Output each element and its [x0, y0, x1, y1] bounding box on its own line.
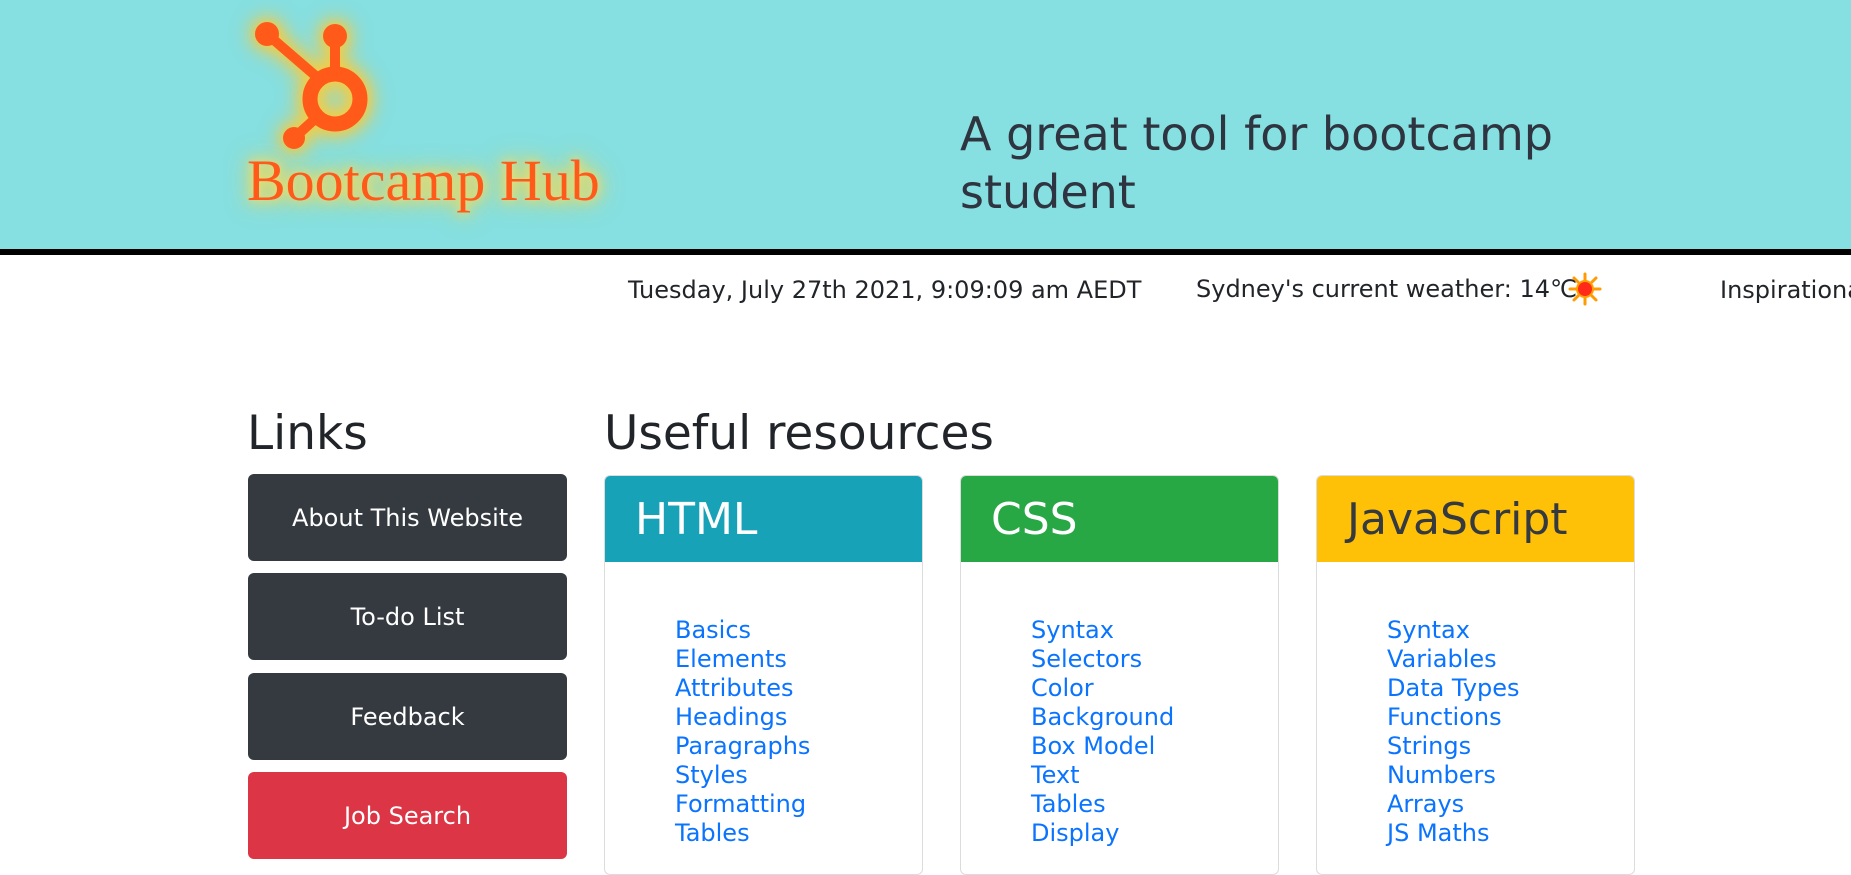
resource-link[interactable]: Syntax [1031, 616, 1114, 644]
resource-link[interactable]: Box Model [1031, 732, 1155, 760]
list-item: Paragraphs [675, 732, 810, 761]
list-item: Selectors [1031, 645, 1174, 674]
resource-link[interactable]: Syntax [1387, 616, 1470, 644]
resource-link[interactable]: Basics [675, 616, 751, 644]
list-item: Tables [1031, 790, 1174, 819]
resource-link[interactable]: Styles [675, 761, 748, 789]
list-item: Attributes [675, 674, 810, 703]
links-heading: Links [247, 406, 368, 461]
resource-list-css: Syntax Selectors Color Background Box Mo… [1031, 616, 1174, 848]
list-item: Text [1031, 761, 1174, 790]
list-item: Color [1031, 674, 1174, 703]
list-item: Elements [675, 645, 810, 674]
resources-heading: Useful resources [604, 406, 994, 461]
list-item: JS Maths [1387, 819, 1520, 848]
list-item: Data Types [1387, 674, 1520, 703]
resource-card-css: CSS Syntax Selectors Color Background Bo… [960, 475, 1279, 875]
resource-link[interactable]: Display [1031, 819, 1119, 847]
current-date-time: Tuesday, July 27th 2021, 9:09:09 am AEDT [628, 276, 1142, 304]
card-title-html: HTML [605, 476, 922, 562]
site-tagline: A great tool for bootcamp student [960, 107, 1553, 219]
inspirational-quote: Inspirational [1720, 276, 1851, 304]
resource-link[interactable]: Elements [675, 645, 787, 673]
sun-icon [1568, 272, 1602, 306]
resource-link[interactable]: Strings [1387, 732, 1471, 760]
todo-list-button[interactable]: To-do List [248, 573, 567, 660]
resource-link[interactable]: Background [1031, 703, 1174, 731]
list-item: Styles [675, 761, 810, 790]
resource-link[interactable]: Paragraphs [675, 732, 810, 760]
resource-list-javascript: Syntax Variables Data Types Functions St… [1387, 616, 1520, 848]
list-item: Box Model [1031, 732, 1174, 761]
resource-link[interactable]: JS Maths [1387, 819, 1489, 847]
resource-link[interactable]: Data Types [1387, 674, 1520, 702]
list-item: Arrays [1387, 790, 1520, 819]
list-item: Functions [1387, 703, 1520, 732]
info-bar: Tuesday, July 27th 2021, 9:09:09 am AEDT… [0, 261, 1851, 321]
list-item: Tables [675, 819, 810, 848]
list-item: Syntax [1387, 616, 1520, 645]
resource-list-html: Basics Elements Attributes Headings Para… [675, 616, 810, 848]
job-search-button[interactable]: Job Search [248, 772, 567, 859]
list-item: Numbers [1387, 761, 1520, 790]
resource-link[interactable]: Formatting [675, 790, 806, 818]
site-header: Bootcamp Hub A great tool for bootcamp s… [0, 0, 1851, 255]
resource-link[interactable]: Tables [1031, 790, 1106, 818]
card-title-javascript: JavaScript [1317, 476, 1634, 562]
about-website-button[interactable]: About This Website [248, 474, 567, 561]
resource-link[interactable]: Functions [1387, 703, 1502, 731]
resource-card-javascript: JavaScript Syntax Variables Data Types F… [1316, 475, 1635, 875]
list-item: Background [1031, 703, 1174, 732]
hubspot-sprocket-icon[interactable] [248, 14, 378, 154]
weather-readout: Sydney's current weather: 14℃ [1196, 275, 1577, 303]
resource-link[interactable]: Tables [675, 819, 750, 847]
resource-link[interactable]: Numbers [1387, 761, 1496, 789]
resource-card-html: HTML Basics Elements Attributes Headings… [604, 475, 923, 875]
card-title-css: CSS [961, 476, 1278, 562]
brand-name[interactable]: Bootcamp Hub [247, 152, 600, 210]
list-item: Formatting [675, 790, 810, 819]
resource-link[interactable]: Attributes [675, 674, 793, 702]
resource-link[interactable]: Selectors [1031, 645, 1142, 673]
list-item: Variables [1387, 645, 1520, 674]
resource-link[interactable]: Text [1031, 761, 1080, 789]
list-item: Basics [675, 616, 810, 645]
resource-link[interactable]: Color [1031, 674, 1094, 702]
list-item: Headings [675, 703, 810, 732]
list-item: Syntax [1031, 616, 1174, 645]
feedback-button[interactable]: Feedback [248, 673, 567, 760]
resource-link[interactable]: Arrays [1387, 790, 1464, 818]
list-item: Display [1031, 819, 1174, 848]
resource-link[interactable]: Headings [675, 703, 787, 731]
resource-link[interactable]: Variables [1387, 645, 1497, 673]
list-item: Strings [1387, 732, 1520, 761]
